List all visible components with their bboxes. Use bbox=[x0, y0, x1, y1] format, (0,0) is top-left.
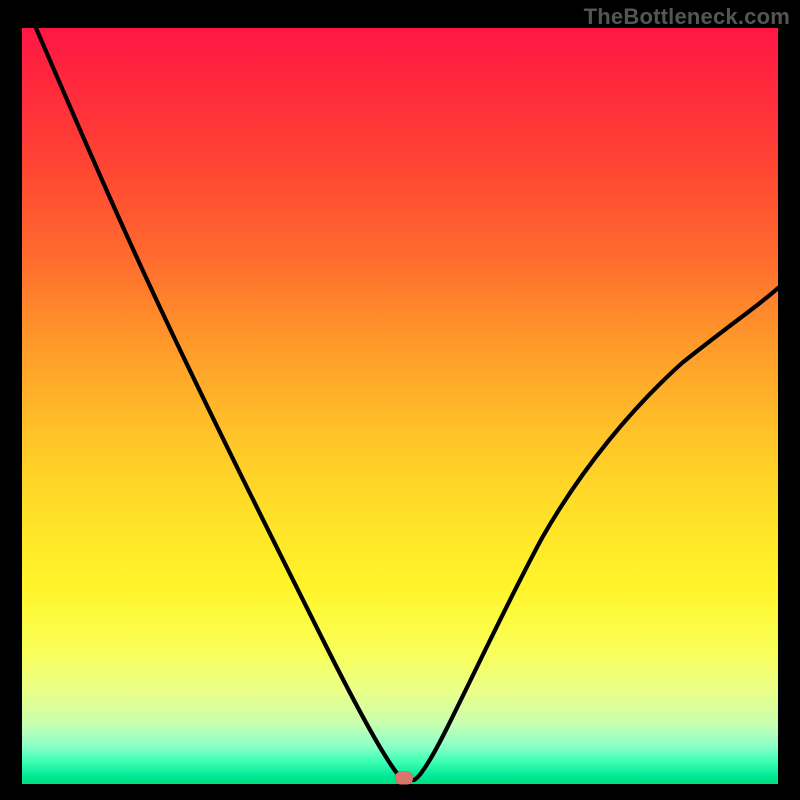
bottleneck-curve bbox=[22, 28, 778, 784]
chart-frame: TheBottleneck.com bbox=[0, 0, 800, 800]
plot-area bbox=[22, 28, 778, 784]
watermark-text: TheBottleneck.com bbox=[584, 4, 790, 30]
curve-path bbox=[36, 28, 778, 780]
minimum-marker bbox=[395, 771, 413, 784]
